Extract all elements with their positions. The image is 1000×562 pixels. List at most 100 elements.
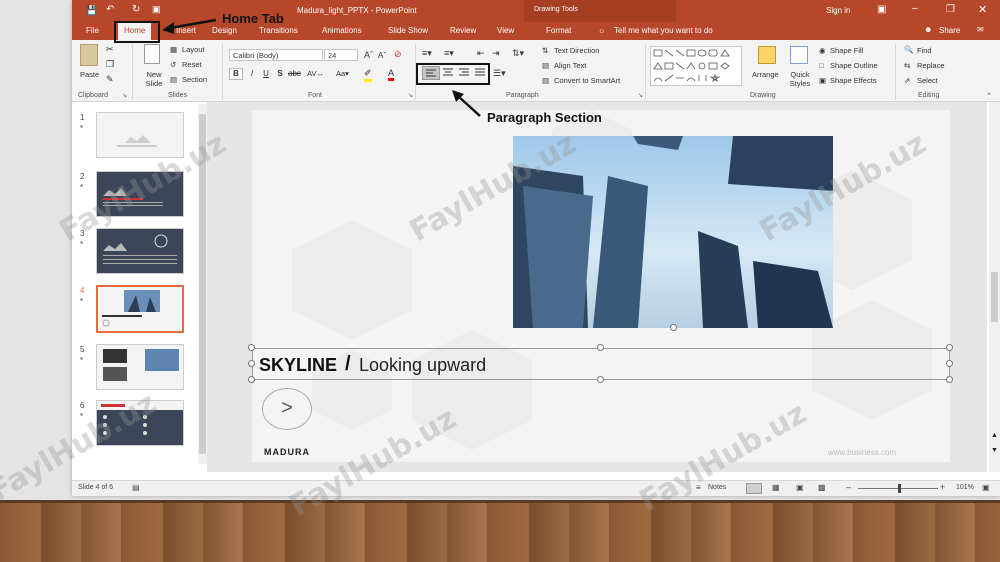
slide-thumbnail-5[interactable] <box>96 344 184 390</box>
tab-review[interactable]: Review <box>450 26 476 35</box>
zoom-level[interactable]: 101% <box>956 484 974 491</box>
decrease-indent-icon[interactable]: ⇤ <box>477 48 485 59</box>
quick-styles-button[interactable]: Quick Styles <box>786 70 814 88</box>
clipboard-launcher-icon[interactable]: ↘ <box>122 92 127 99</box>
new-slide-button[interactable]: New Slide <box>141 70 167 88</box>
editor-vertical-scrollbar[interactable]: ▲ ▼ <box>989 102 1000 472</box>
columns-icon[interactable]: ☰▾ <box>493 68 506 79</box>
picture-rotate-handle[interactable] <box>670 324 677 331</box>
close-icon[interactable]: ✕ <box>978 3 987 16</box>
bold-icon[interactable]: B <box>229 68 243 80</box>
resize-handle[interactable] <box>597 376 604 383</box>
section-button[interactable]: Section <box>182 75 207 84</box>
fit-to-window-icon[interactable]: ▣ <box>982 483 990 492</box>
find-icon[interactable]: 🔍 <box>904 45 913 54</box>
reading-view-icon[interactable]: ▣ <box>796 483 804 492</box>
font-name-select[interactable]: Calibri (Body) <box>229 49 323 61</box>
shapes-gallery[interactable] <box>650 46 742 86</box>
layout-icon[interactable]: ▦ <box>170 45 177 54</box>
copy-icon[interactable]: ❐ <box>106 59 114 70</box>
underline-icon[interactable]: U <box>259 68 273 80</box>
scroll-up-icon[interactable]: ▲ <box>991 432 998 439</box>
resize-handle[interactable] <box>597 344 604 351</box>
undo-icon[interactable]: ↶ <box>106 4 114 15</box>
arrange-icon[interactable] <box>758 46 776 64</box>
resize-handle[interactable] <box>248 360 255 367</box>
slide-thumbnail-3[interactable] <box>96 228 184 274</box>
replace-button[interactable]: Replace <box>917 61 945 70</box>
zoom-in-icon[interactable]: + <box>940 482 945 492</box>
tab-transitions[interactable]: Transitions <box>259 26 298 35</box>
font-size-select[interactable]: 24 <box>324 49 358 61</box>
paste-icon[interactable] <box>80 44 98 66</box>
resize-handle[interactable] <box>248 376 255 383</box>
normal-view-icon[interactable] <box>746 483 762 494</box>
collapse-ribbon-icon[interactable]: ⌃ <box>986 92 992 100</box>
shape-fill-button[interactable]: Shape Fill <box>830 46 863 55</box>
shadow-icon[interactable]: S <box>273 68 287 80</box>
scroll-down-icon[interactable]: ▼ <box>991 447 998 454</box>
change-case-icon[interactable]: Aa▾ <box>336 69 349 78</box>
smartart-icon[interactable]: ▤ <box>542 76 549 85</box>
shape-outline-button[interactable]: Shape Outline <box>830 61 878 70</box>
share-button[interactable]: Share <box>939 26 960 35</box>
format-painter-icon[interactable]: ✎ <box>106 74 114 85</box>
arrange-button[interactable]: Arrange <box>752 70 779 79</box>
tell-me-input[interactable]: Tell me what you want to do <box>614 26 713 35</box>
comments-icon[interactable]: ✉ <box>977 25 984 34</box>
reset-button[interactable]: Reset <box>182 60 202 69</box>
align-text-button[interactable]: Align Text <box>554 61 586 70</box>
text-direction-button[interactable]: Text Direction <box>554 46 599 55</box>
spellcheck-icon[interactable]: ▤ <box>132 483 140 492</box>
quick-styles-icon[interactable] <box>790 46 808 64</box>
resize-handle[interactable] <box>248 344 255 351</box>
minimize-icon[interactable]: – <box>912 3 918 14</box>
next-arrow-icon[interactable]: > <box>262 388 312 430</box>
tab-view[interactable]: View <box>497 26 514 35</box>
highlight-icon[interactable]: ✐ <box>364 68 372 82</box>
slide-canvas[interactable]: SKYLINE / Looking upward > MADURA www.bu… <box>248 110 953 462</box>
zoom-out-icon[interactable]: – <box>846 482 851 492</box>
redo-icon[interactable]: ↻ <box>132 4 140 15</box>
font-launcher-icon[interactable]: ↘ <box>408 92 413 99</box>
zoom-slider-thumb[interactable] <box>898 484 901 493</box>
tab-animations[interactable]: Animations <box>322 26 362 35</box>
slideshow-view-icon[interactable]: ▩ <box>818 483 826 492</box>
scroll-thumb[interactable] <box>991 272 998 322</box>
shape-fill-icon[interactable]: ◉ <box>819 46 826 55</box>
slide-thumbnail-4-selected[interactable] <box>96 285 184 333</box>
shape-effects-button[interactable]: Shape Effects <box>830 76 877 85</box>
save-icon[interactable]: 💾 <box>86 5 97 16</box>
sign-in-link[interactable]: Sign in <box>826 6 850 15</box>
convert-smartart-button[interactable]: Convert to SmartArt <box>554 76 620 85</box>
shrink-font-icon[interactable]: Aˇ <box>378 51 386 60</box>
tab-slide-show[interactable]: Slide Show <box>388 26 428 35</box>
share-icon[interactable]: ☻ <box>924 25 932 34</box>
tab-file[interactable]: File <box>86 26 99 35</box>
ribbon-display-icon[interactable]: ▣ <box>877 4 886 15</box>
numbering-icon[interactable]: ≡▾ <box>444 48 454 59</box>
font-color-icon[interactable]: A <box>388 68 395 81</box>
resize-handle[interactable] <box>946 376 953 383</box>
find-button[interactable]: Find <box>917 46 932 55</box>
text-direction-icon[interactable]: ⇅ <box>542 46 548 55</box>
reset-icon[interactable]: ↺ <box>170 60 176 69</box>
increase-indent-icon[interactable]: ⇥ <box>492 48 500 59</box>
resize-handle[interactable] <box>946 360 953 367</box>
notes-button[interactable]: Notes <box>708 484 726 491</box>
align-text-icon[interactable]: ▤ <box>542 61 549 70</box>
shape-effects-icon[interactable]: ▣ <box>819 76 826 85</box>
bullets-icon[interactable]: ≡▾ <box>422 48 432 59</box>
line-spacing-icon[interactable]: ⇅▾ <box>512 48 524 59</box>
select-button[interactable]: Select <box>917 76 938 85</box>
grow-font-icon[interactable]: Aˆ <box>364 50 373 60</box>
slide-sorter-icon[interactable]: ▦ <box>772 483 780 492</box>
cut-icon[interactable]: ✂ <box>106 44 114 55</box>
italic-icon[interactable]: I <box>245 68 259 80</box>
resize-handle[interactable] <box>946 344 953 351</box>
paste-button[interactable]: Paste <box>80 70 99 79</box>
clear-format-icon[interactable]: ⊘ <box>394 49 402 60</box>
select-icon[interactable]: ⇗ <box>904 76 910 85</box>
restore-icon[interactable]: ❐ <box>946 4 955 15</box>
section-icon[interactable]: ▤ <box>170 75 177 84</box>
